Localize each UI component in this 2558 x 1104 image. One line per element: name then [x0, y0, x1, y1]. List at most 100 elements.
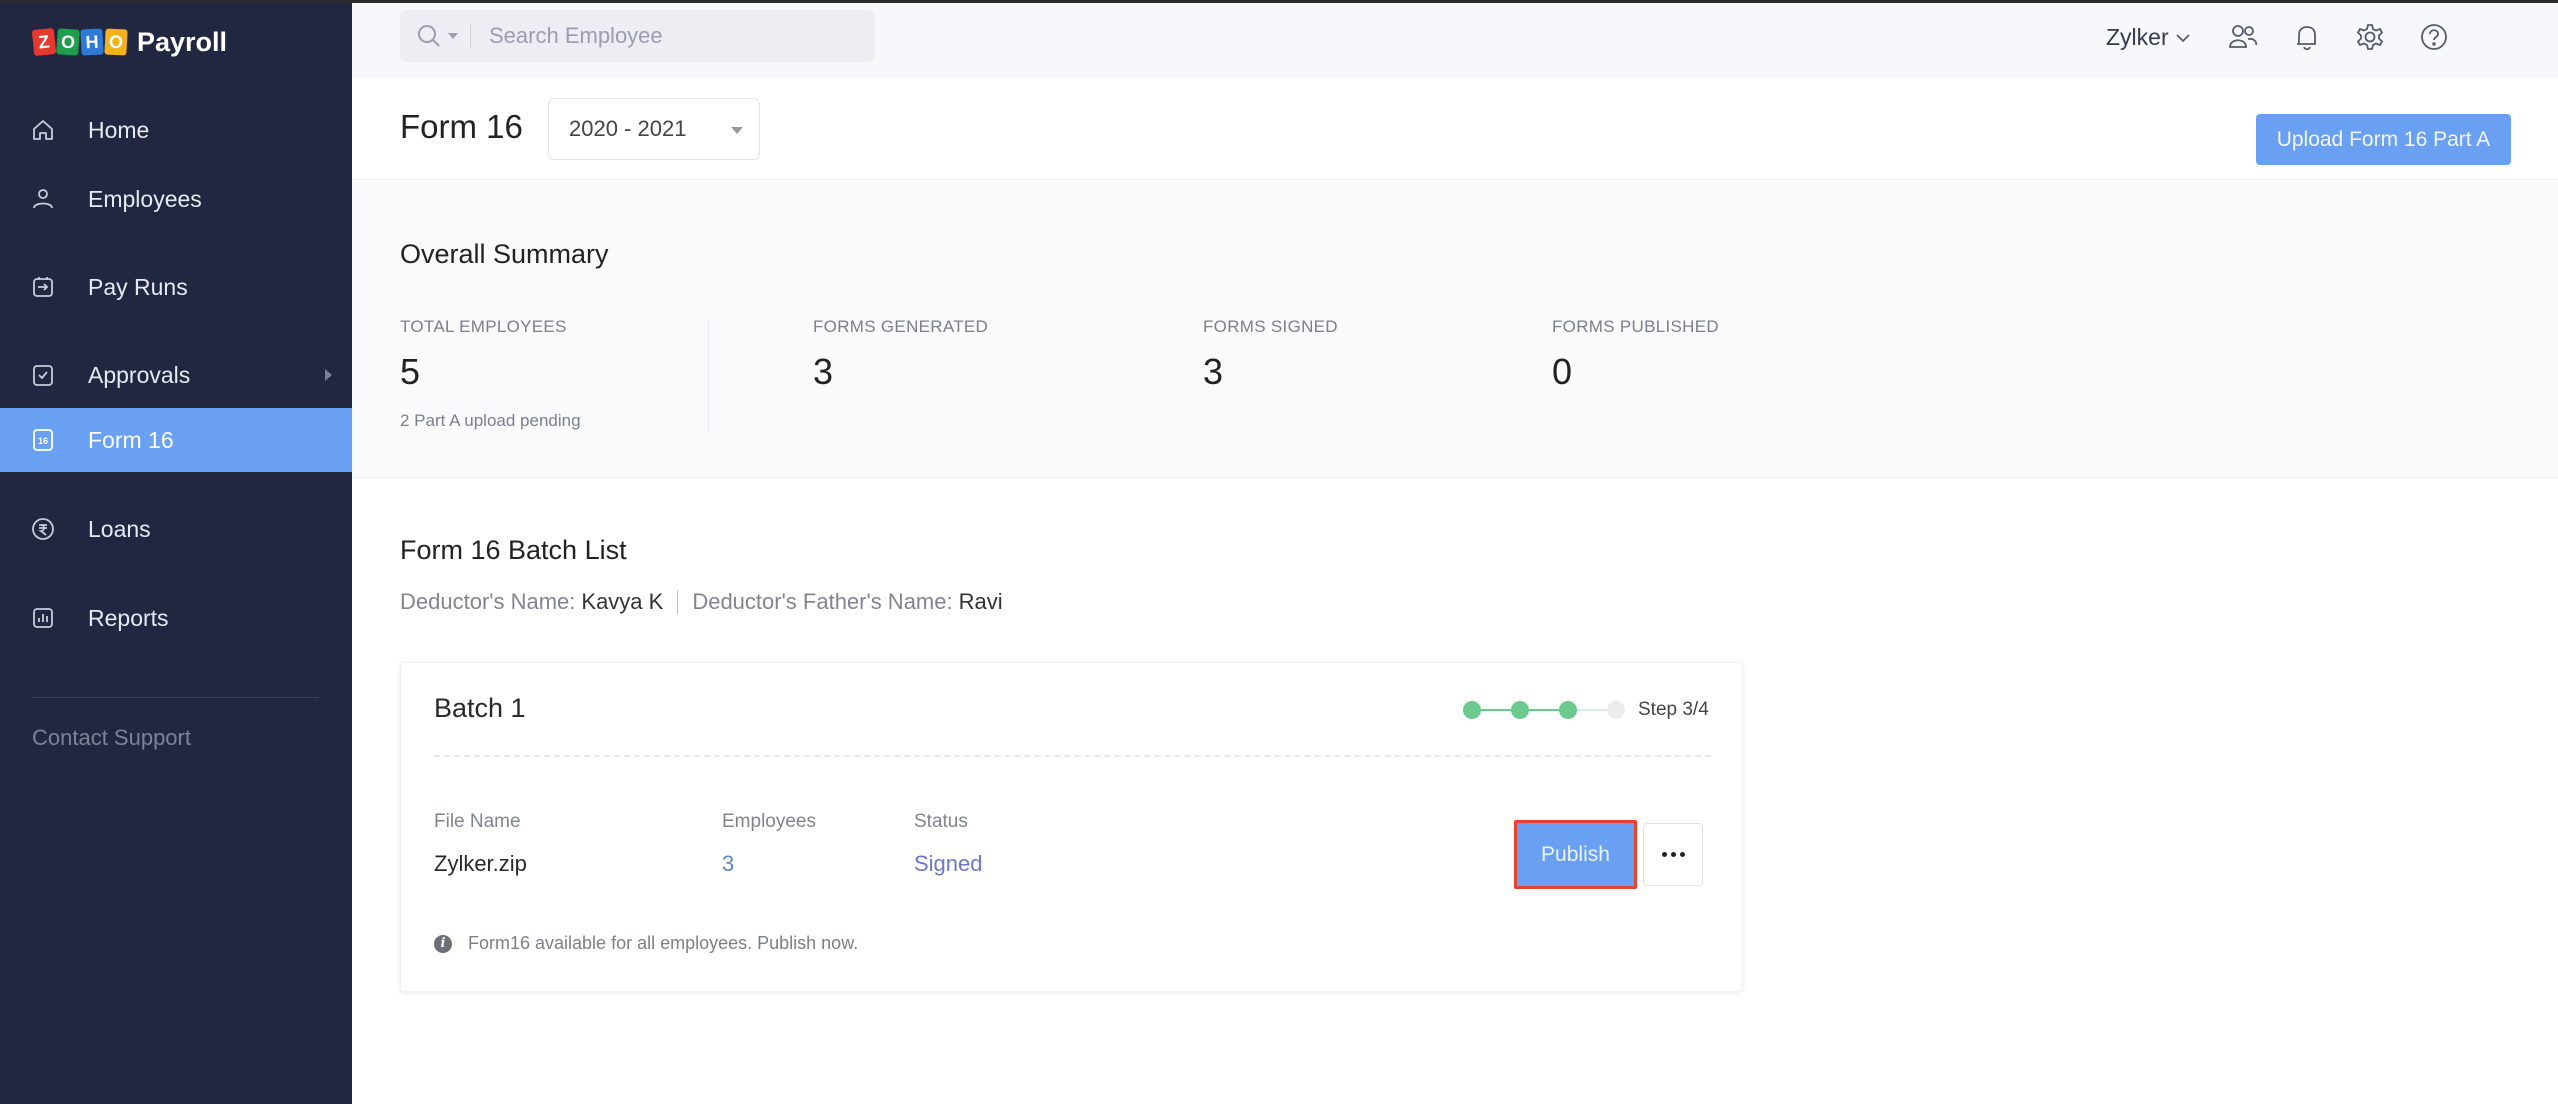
approvals-icon [30, 362, 56, 388]
top-bar: Zylker 1 [352, 0, 2558, 78]
column-header: Status [914, 811, 968, 832]
contact-support-link[interactable]: Contact Support [32, 725, 191, 751]
batch-name: Batch 1 [434, 693, 526, 723]
deductor-name-label: Deductor's Name: [400, 589, 576, 614]
sidebar-item-label: Reports [88, 604, 169, 631]
overall-summary: Overall Summary TOTAL EMPLOYEES 5 2 Part… [352, 181, 2558, 478]
sidebar-divider [32, 697, 319, 698]
pay-runs-icon [30, 274, 56, 300]
search-bar[interactable] [400, 10, 875, 62]
more-options-button[interactable] [1643, 823, 1703, 886]
organization-name: Zylker [2106, 24, 2169, 50]
deductor-info: Deductor's Name: Kavya K Deductor's Fath… [400, 589, 1003, 615]
sidebar-item-approvals[interactable]: Approvals [0, 343, 352, 407]
logo-letter: O [56, 28, 80, 56]
stat-label: FORMS GENERATED [813, 317, 989, 336]
financial-year-value: 2020 - 2021 [569, 116, 687, 141]
window-top-edge [0, 0, 2558, 3]
app-logo[interactable]: Z O H O Payroll [31, 22, 228, 62]
gear-icon[interactable] [2353, 20, 2387, 54]
sidebar-item-label: Pay Runs [88, 273, 188, 300]
deductor-father-label: Deductor's Father's Name: [692, 589, 953, 614]
sidebar-item-reports[interactable]: Reports [0, 586, 352, 650]
summary-title: Overall Summary [400, 239, 609, 269]
bell-icon[interactable] [2290, 20, 2324, 54]
batch-card: Batch 1 Step 3/4 File Name Zylker.zip Em… [400, 662, 1743, 992]
deductor-separator [677, 590, 679, 614]
stat-value: 3 [813, 351, 834, 392]
sidebar-item-employees[interactable]: Employees [0, 167, 352, 231]
rupee-icon [30, 516, 56, 542]
search-icon[interactable] [416, 23, 442, 49]
sidebar-item-label: Approvals [88, 361, 191, 388]
sidebar-item-label: Home [88, 116, 150, 143]
stat-subtext: 2 Part A upload pending [400, 411, 581, 430]
stat-forms-published: FORMS PUBLISHED 0 [1552, 317, 1719, 393]
step-counter: Step 3/4 [1638, 699, 1709, 720]
search-separator [470, 23, 471, 49]
users-icon[interactable] [2226, 20, 2260, 54]
column-header: Employees [722, 811, 816, 832]
form16-icon: 16 [30, 427, 56, 453]
file-name-value: Zylker.zip [434, 851, 527, 876]
info-icon: i [434, 934, 452, 953]
sidebar-item-home[interactable]: Home [0, 98, 352, 162]
chevron-right-icon [325, 369, 332, 381]
sidebar-item-pay-runs[interactable]: Pay Runs [0, 255, 352, 319]
user-icon [30, 186, 56, 212]
step-complete-dot [1511, 701, 1529, 719]
sidebar-item-label: Employees [88, 185, 202, 212]
status-value: Signed [914, 851, 983, 876]
step-complete-dot [1463, 701, 1481, 719]
stat-forms-signed: FORMS SIGNED 3 [1203, 317, 1338, 393]
stat-label: FORMS PUBLISHED [1552, 317, 1719, 336]
status-column: Status Signed [914, 811, 983, 877]
stat-value: 3 [1203, 351, 1224, 392]
sidebar-item-form-16[interactable]: 16 Form 16 [0, 408, 352, 472]
more-dot-icon [1670, 852, 1676, 857]
page-header: Form 16 2020 - 2021 Upload Form 16 Part … [352, 78, 2558, 180]
logo-letter: H [80, 28, 104, 56]
deductor-name: Kavya K [581, 589, 664, 614]
reports-icon [30, 605, 56, 631]
zoho-logo-icon: Z O H O [31, 27, 128, 57]
sidebar-item-label: Form 16 [88, 426, 174, 453]
stat-label: FORMS SIGNED [1203, 317, 1338, 336]
product-name: Payroll [137, 26, 228, 57]
help-icon[interactable] [2417, 20, 2451, 54]
file-name-column: File Name Zylker.zip [434, 811, 527, 877]
employees-column: Employees 3 [722, 811, 816, 877]
financial-year-select[interactable]: 2020 - 2021 [548, 98, 760, 160]
sidebar-item-loans[interactable]: Loans [0, 497, 352, 561]
employees-count-link[interactable]: 3 [722, 851, 816, 877]
more-dot-icon [1661, 852, 1667, 857]
search-input[interactable] [489, 23, 849, 49]
more-dot-icon [1679, 852, 1685, 857]
column-header: File Name [434, 811, 521, 832]
stat-divider [708, 321, 709, 431]
info-text: Form16 available for all employees. Publ… [468, 933, 859, 953]
sidebar-item-label: Loans [88, 515, 151, 542]
upload-form16-part-a-button[interactable]: Upload Form 16 Part A [2256, 114, 2511, 165]
page-title: Form 16 [400, 108, 523, 145]
home-icon [30, 117, 56, 143]
step-complete-dot [1559, 701, 1577, 719]
publish-info: i Form16 available for all employees. Pu… [434, 933, 858, 954]
stat-value: 5 [400, 351, 421, 392]
deductor-father-name: Ravi [958, 589, 1003, 614]
search-filter-dropdown-icon[interactable] [448, 33, 458, 39]
caret-down-icon [731, 127, 743, 134]
publish-button[interactable]: Publish [1514, 820, 1637, 889]
stat-label: TOTAL EMPLOYEES [400, 317, 567, 336]
stat-forms-generated: FORMS GENERATED 3 [813, 317, 988, 393]
svg-text:16: 16 [38, 436, 48, 446]
organization-switcher[interactable]: Zylker [2106, 24, 2191, 51]
step-pending-dot [1607, 701, 1625, 719]
card-divider [434, 755, 1711, 757]
logo-letter: O [104, 28, 128, 56]
sidebar: Z O H O Payroll Home Employees Pay Runs … [0, 0, 352, 1104]
stat-total-employees: TOTAL EMPLOYEES 5 2 Part A upload pendin… [400, 317, 581, 431]
batch-progress-stepper [1463, 699, 1625, 721]
chevron-down-icon [2176, 33, 2190, 42]
stat-value: 0 [1552, 351, 1573, 392]
